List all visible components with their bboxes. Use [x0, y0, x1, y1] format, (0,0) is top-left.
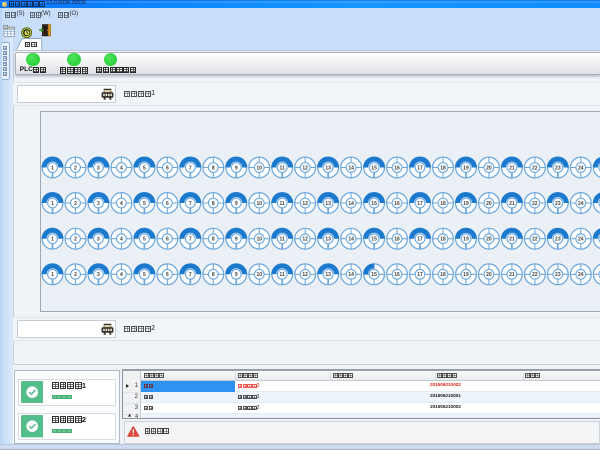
svg-text:20: 20 [486, 237, 492, 243]
svg-text:11: 11 [280, 272, 286, 278]
svg-text:20: 20 [486, 165, 492, 171]
svg-text:8: 8 [212, 201, 215, 207]
svg-text:9: 9 [235, 201, 238, 207]
svg-text:20: 20 [486, 272, 492, 278]
svg-text:7: 7 [189, 237, 192, 243]
svg-text:17: 17 [417, 272, 423, 278]
svg-text:17: 17 [417, 165, 423, 171]
svg-text:19: 19 [463, 237, 469, 243]
svg-text:13: 13 [325, 237, 331, 243]
svg-text:12: 12 [302, 165, 308, 171]
svg-text:5: 5 [143, 237, 146, 243]
svg-text:1: 1 [51, 165, 54, 171]
svg-text:5: 5 [143, 272, 146, 278]
svg-text:13: 13 [325, 272, 331, 278]
svg-text:17: 17 [417, 201, 423, 207]
svg-text:23: 23 [555, 272, 561, 278]
svg-text:12: 12 [302, 272, 308, 278]
svg-text:1: 1 [51, 272, 54, 278]
svg-text:14: 14 [348, 272, 354, 278]
svg-text:15: 15 [371, 237, 377, 243]
svg-text:18: 18 [440, 272, 446, 278]
svg-text:24: 24 [578, 201, 584, 207]
svg-text:6: 6 [166, 272, 169, 278]
svg-text:21: 21 [509, 272, 515, 278]
svg-text:6: 6 [166, 237, 169, 243]
svg-text:1: 1 [51, 237, 54, 243]
svg-text:14: 14 [348, 165, 354, 171]
svg-text:16: 16 [394, 237, 400, 243]
svg-text:13: 13 [325, 201, 331, 207]
svg-text:16: 16 [394, 272, 400, 278]
svg-text:1: 1 [51, 201, 54, 207]
svg-text:22: 22 [532, 237, 538, 243]
svg-text:15: 15 [371, 201, 377, 207]
svg-text:3: 3 [97, 165, 100, 171]
svg-text:6: 6 [166, 201, 169, 207]
svg-text:22: 22 [532, 272, 538, 278]
svg-text:19: 19 [463, 272, 469, 278]
svg-text:17: 17 [417, 237, 423, 243]
svg-text:21: 21 [509, 237, 515, 243]
svg-text:8: 8 [212, 272, 215, 278]
svg-text:18: 18 [440, 237, 446, 243]
svg-text:2: 2 [74, 237, 77, 243]
svg-text:21: 21 [509, 165, 515, 171]
svg-text:7: 7 [189, 272, 192, 278]
svg-text:15: 15 [371, 272, 377, 278]
svg-text:8: 8 [212, 237, 215, 243]
svg-text:23: 23 [555, 237, 561, 243]
svg-text:2: 2 [74, 165, 77, 171]
svg-text:11: 11 [280, 201, 286, 207]
svg-text:5: 5 [143, 165, 146, 171]
svg-text:12: 12 [302, 237, 308, 243]
svg-text:9: 9 [235, 237, 238, 243]
svg-text:16: 16 [394, 165, 400, 171]
svg-text:24: 24 [578, 272, 584, 278]
svg-text:3: 3 [97, 272, 100, 278]
svg-text:3: 3 [97, 201, 100, 207]
svg-text:24: 24 [578, 237, 584, 243]
svg-text:19: 19 [463, 165, 469, 171]
svg-text:9: 9 [235, 272, 238, 278]
svg-text:4: 4 [120, 165, 123, 171]
svg-text:22: 22 [532, 201, 538, 207]
svg-text:21: 21 [509, 201, 515, 207]
svg-text:10: 10 [256, 165, 262, 171]
svg-text:20: 20 [486, 201, 492, 207]
svg-text:15: 15 [371, 165, 377, 171]
svg-text:7: 7 [189, 201, 192, 207]
svg-text:14: 14 [348, 201, 354, 207]
svg-text:11: 11 [280, 165, 286, 171]
svg-text:14: 14 [348, 237, 354, 243]
svg-text:7: 7 [189, 165, 192, 171]
svg-text:4: 4 [120, 237, 123, 243]
svg-text:2: 2 [74, 272, 77, 278]
svg-text:18: 18 [440, 165, 446, 171]
svg-text:5: 5 [143, 201, 146, 207]
svg-text:23: 23 [555, 201, 561, 207]
svg-text:22: 22 [532, 165, 538, 171]
svg-text:2: 2 [74, 201, 77, 207]
svg-text:10: 10 [256, 201, 262, 207]
svg-text:4: 4 [120, 201, 123, 207]
svg-text:24: 24 [578, 165, 584, 171]
svg-text:4: 4 [120, 272, 123, 278]
svg-text:13: 13 [325, 165, 331, 171]
svg-text:11: 11 [280, 237, 286, 243]
svg-text:10: 10 [256, 272, 262, 278]
svg-text:8: 8 [212, 165, 215, 171]
svg-text:10: 10 [256, 237, 262, 243]
svg-text:19: 19 [463, 201, 469, 207]
svg-text:9: 9 [235, 165, 238, 171]
svg-text:12: 12 [302, 201, 308, 207]
svg-text:18: 18 [440, 201, 446, 207]
svg-text:6: 6 [166, 165, 169, 171]
svg-text:16: 16 [394, 201, 400, 207]
svg-text:3: 3 [97, 237, 100, 243]
svg-text:23: 23 [555, 165, 561, 171]
